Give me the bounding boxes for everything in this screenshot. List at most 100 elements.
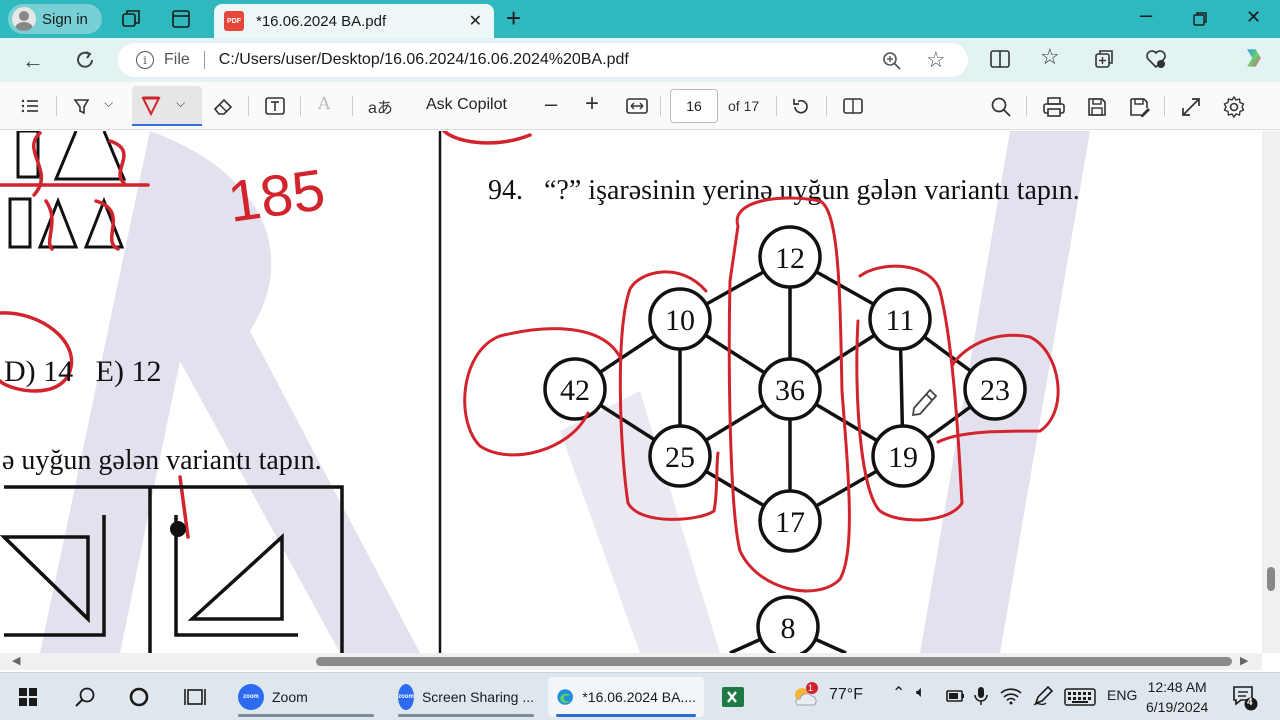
minimize-icon[interactable]: –: [1140, 2, 1152, 28]
workspaces-icon[interactable]: [120, 8, 142, 30]
favorites-icon[interactable]: ☆: [1040, 44, 1064, 69]
taskbar-zoom[interactable]: zoom Zoom: [230, 677, 382, 717]
page-number-input[interactable]: 16: [670, 89, 718, 123]
edge-icon: [557, 689, 573, 705]
excel-icon: [722, 687, 744, 707]
notifications-icon[interactable]: [1232, 685, 1258, 711]
file-label: File: [164, 51, 190, 68]
copilot-icon[interactable]: [1242, 46, 1266, 70]
cortana-icon[interactable]: [128, 686, 150, 708]
draw-icon[interactable]: [140, 95, 162, 117]
sign-in-button[interactable]: Sign in: [8, 4, 102, 34]
black-dot: [170, 521, 186, 537]
print-icon[interactable]: [1042, 96, 1066, 118]
toolbar-separator: [300, 96, 301, 116]
zoom-in-icon[interactable]: [882, 51, 902, 71]
show-hidden-icons-icon[interactable]: ⌃: [892, 683, 905, 703]
graph-node-upper-right: 11: [868, 287, 932, 351]
pen-menu-icon[interactable]: [1032, 685, 1054, 707]
vertical-tabs-icon[interactable]: [170, 8, 192, 30]
graph-node-lower-left: 25: [648, 424, 712, 488]
pdf-document-area[interactable]: 185 D) 14 E) 12 ə uyğun gələn variantı t…: [0, 131, 1262, 653]
horizontal-scrollbar[interactable]: ◀ ▶: [0, 653, 1262, 670]
zoom-out-icon[interactable]: –: [545, 91, 557, 117]
zoom-in-plus-icon[interactable]: +: [585, 90, 599, 118]
weather-icon[interactable]: [790, 681, 820, 711]
save-as-icon[interactable]: [1128, 96, 1150, 118]
scroll-right-icon[interactable]: ▶: [1240, 654, 1248, 667]
taskbar: zoom Zoom zoom Screen Sharing ... *16.06…: [0, 672, 1280, 720]
wifi-icon[interactable]: [1000, 687, 1022, 705]
rotate-icon[interactable]: [790, 96, 812, 118]
info-icon[interactable]: i: [136, 51, 154, 69]
vertical-scroll-thumb[interactable]: [1267, 567, 1275, 591]
left-figure-shapes: [8, 131, 127, 249]
notification-count: 4: [1247, 697, 1253, 708]
toolbar-separator: [826, 96, 827, 116]
scroll-left-icon[interactable]: ◀: [12, 654, 20, 667]
add-text-icon[interactable]: [264, 96, 286, 116]
url-box[interactable]: i File C:/Users/user/Desktop/16.06.2024/…: [118, 43, 968, 77]
taskbar-search-icon[interactable]: [74, 686, 96, 708]
zoom-app-icon: zoom: [398, 684, 414, 710]
handwritten-185: 185: [224, 157, 329, 235]
read-aloud-icon: A: [318, 94, 331, 114]
weather-temperature[interactable]: 77°F: [829, 686, 863, 704]
refresh-icon[interactable]: [74, 49, 96, 71]
highlight-icon[interactable]: [72, 96, 92, 116]
toolbar-separator: [352, 96, 353, 116]
fullscreen-icon[interactable]: [1180, 96, 1202, 118]
title-bar: Sign in PDF *16.06.2024 BA.pdf ✕ + – ✕: [0, 0, 1280, 38]
horizontal-scroll-thumb[interactable]: [316, 657, 1232, 666]
back-icon[interactable]: ←: [22, 48, 44, 74]
toolbar-separator: [1026, 96, 1027, 116]
close-tab-icon[interactable]: ✕: [469, 11, 482, 31]
url-text[interactable]: C:/Users/user/Desktop/16.06.2024/16.06.2…: [219, 51, 629, 69]
eraser-icon[interactable]: [212, 96, 234, 116]
ask-copilot-button[interactable]: Ask Copilot: [426, 96, 507, 114]
node-label: 19: [888, 441, 918, 474]
graph-node-lower-right: 19: [871, 424, 935, 488]
windows-start-icon[interactable]: [18, 687, 38, 707]
node-label: 36: [775, 374, 805, 407]
volume-icon[interactable]: 🔈︎: [916, 684, 926, 702]
draw-dropdown-icon[interactable]: ⌵: [176, 96, 185, 111]
task-view-icon[interactable]: [184, 686, 208, 708]
tab-pdf[interactable]: PDF *16.06.2024 BA.pdf ✕: [214, 4, 494, 38]
language-indicator[interactable]: ENG: [1107, 687, 1137, 703]
clock[interactable]: 12:48 AM 6/19/2024: [1146, 677, 1208, 717]
sign-in-label: Sign in: [42, 10, 88, 28]
close-window-icon[interactable]: ✕: [1246, 7, 1261, 28]
touch-keyboard-icon[interactable]: [1064, 688, 1096, 706]
toolbar-separator: [776, 96, 777, 116]
task-indicator: [556, 714, 696, 717]
settings-gear-icon[interactable]: [1222, 95, 1246, 119]
search-icon[interactable]: [990, 96, 1012, 118]
url-separator: [203, 51, 205, 69]
clock-time: 12:48 AM: [1147, 679, 1207, 695]
highlight-dropdown-icon[interactable]: ⌵: [104, 96, 113, 111]
vertical-scrollbar[interactable]: [1262, 131, 1280, 653]
browser-essentials-icon[interactable]: [1144, 47, 1168, 71]
favorite-star-icon[interactable]: ☆: [926, 47, 946, 73]
graph-node-upper-left: 10: [648, 287, 712, 351]
translate-icon[interactable]: aあ: [368, 94, 393, 118]
split-screen-icon[interactable]: [988, 47, 1012, 71]
node-label: 8: [781, 612, 796, 645]
taskbar-edge-pdf[interactable]: *16.06.2024 BA....: [548, 677, 704, 717]
fit-width-icon[interactable]: [626, 97, 648, 115]
task-indicator: [238, 714, 374, 717]
microphone-icon[interactable]: [974, 686, 988, 706]
graph-node-left: 42: [543, 357, 607, 421]
new-tab-button[interactable]: +: [506, 4, 521, 32]
contents-icon[interactable]: [20, 96, 40, 116]
restore-icon[interactable]: [1192, 11, 1208, 27]
answer-options-left: D) 14 E) 12: [4, 355, 161, 388]
taskbar-excel[interactable]: [712, 677, 756, 717]
battery-icon[interactable]: [946, 688, 966, 704]
collections-icon[interactable]: [1092, 47, 1116, 71]
page-view-icon[interactable]: [842, 96, 864, 116]
taskbar-screen-sharing[interactable]: zoom Screen Sharing ...: [390, 677, 542, 717]
save-icon[interactable]: [1086, 96, 1108, 118]
avatar: [12, 7, 36, 31]
